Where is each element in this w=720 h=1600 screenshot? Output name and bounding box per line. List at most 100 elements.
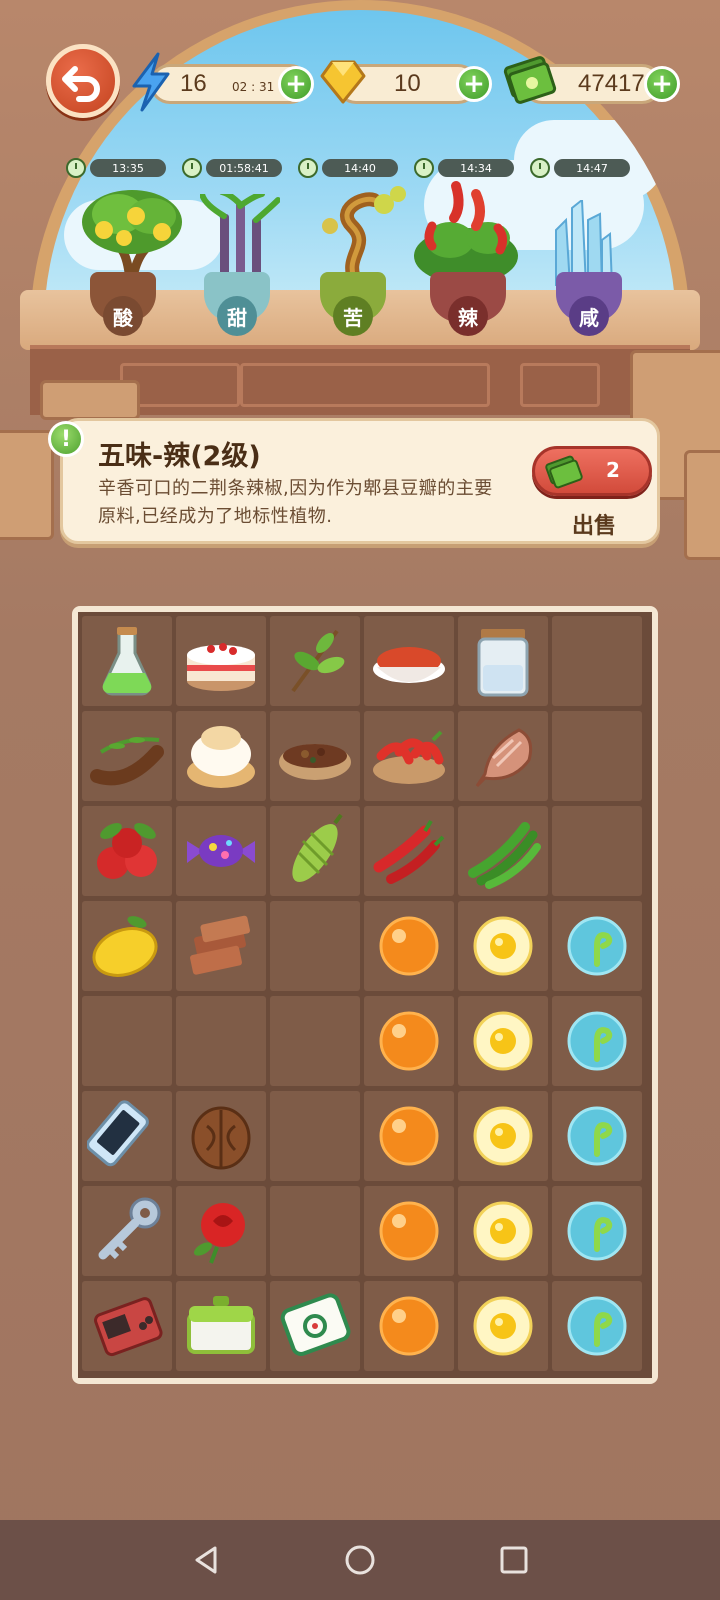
candy-icon[interactable] — [176, 806, 266, 896]
add-energy-button[interactable]: + — [278, 66, 314, 102]
potion-icon[interactable] — [82, 616, 172, 706]
board-cell[interactable] — [270, 1281, 360, 1371]
phone-icon[interactable] — [82, 1091, 172, 1181]
board-cell[interactable] — [270, 901, 360, 991]
lemon-icon[interactable] — [82, 901, 172, 991]
board-cell[interactable] — [552, 711, 642, 801]
yellow-orb-icon[interactable] — [458, 901, 548, 991]
nav-back-button[interactable] — [186, 1540, 226, 1580]
cake-icon[interactable] — [176, 616, 266, 706]
orange-orb-icon[interactable] — [364, 1281, 454, 1371]
board-cell[interactable] — [270, 1186, 360, 1276]
board-cell[interactable] — [176, 616, 266, 706]
board-cell[interactable] — [364, 711, 454, 801]
board-cell[interactable] — [270, 616, 360, 706]
board-cell[interactable] — [176, 1186, 266, 1276]
orange-orb-icon[interactable] — [364, 901, 454, 991]
add-cash-button[interactable]: + — [644, 66, 680, 102]
dried-fish-icon[interactable] — [458, 711, 548, 801]
brown-sugar-icon[interactable] — [176, 901, 266, 991]
board-cell[interactable] — [176, 1281, 266, 1371]
gameboy-icon[interactable] — [82, 1281, 172, 1371]
board-cell[interactable] — [458, 806, 548, 896]
board-cell[interactable] — [552, 806, 642, 896]
nav-home-button[interactable] — [340, 1540, 380, 1580]
cash-icon — [545, 455, 583, 489]
orange-orb-icon[interactable] — [364, 1091, 454, 1181]
walnut-icon[interactable] — [176, 1091, 266, 1181]
board-cell[interactable] — [82, 996, 172, 1086]
key-icon[interactable] — [82, 1186, 172, 1276]
lunchbox-icon[interactable] — [176, 1281, 266, 1371]
board-cell[interactable] — [176, 806, 266, 896]
board-cell[interactable] — [176, 1091, 266, 1181]
board-cell[interactable] — [176, 901, 266, 991]
board-cell[interactable] — [458, 1091, 548, 1181]
board-cell[interactable] — [82, 1186, 172, 1276]
board-cell[interactable] — [364, 806, 454, 896]
board-cell[interactable] — [270, 711, 360, 801]
board-cell[interactable] — [270, 806, 360, 896]
board-cell[interactable] — [364, 1091, 454, 1181]
board-cell[interactable] — [270, 1091, 360, 1181]
board-cell[interactable] — [552, 996, 642, 1086]
crate-left — [0, 430, 54, 540]
tea-leaves-icon[interactable] — [270, 616, 360, 706]
board-cell[interactable] — [364, 1281, 454, 1371]
back-button[interactable] — [46, 44, 120, 118]
sugarcane-icon[interactable] — [200, 194, 280, 284]
yellow-orb-icon[interactable] — [458, 996, 548, 1086]
hawthorn-icon[interactable] — [82, 806, 172, 896]
board-cell[interactable] — [552, 616, 642, 706]
rose-icon[interactable] — [176, 1186, 266, 1276]
blue-orb-icon[interactable] — [552, 901, 642, 991]
nav-recents-button[interactable] — [494, 1540, 534, 1580]
blue-orb-icon[interactable] — [552, 1281, 642, 1371]
board-cell[interactable] — [82, 1281, 172, 1371]
blue-orb-icon[interactable] — [552, 1186, 642, 1276]
board-cell[interactable] — [82, 616, 172, 706]
board-cell[interactable] — [176, 711, 266, 801]
board-cell[interactable] — [82, 711, 172, 801]
add-gems-button[interactable]: + — [456, 66, 492, 102]
board-cell[interactable] — [458, 711, 548, 801]
chili-bowl-icon[interactable] — [364, 711, 454, 801]
board-cell[interactable] — [364, 901, 454, 991]
bitter-tree-icon[interactable] — [312, 186, 412, 282]
lemon-tree-icon[interactable] — [78, 186, 188, 282]
board-cell[interactable] — [458, 901, 548, 991]
board-cell[interactable] — [82, 901, 172, 991]
tamarind-icon[interactable] — [82, 711, 172, 801]
chili-powder-icon[interactable] — [364, 616, 454, 706]
yellow-orb-icon[interactable] — [458, 1281, 548, 1371]
green-chili-icon[interactable] — [458, 806, 548, 896]
board-cell[interactable] — [458, 616, 548, 706]
blue-orb-icon[interactable] — [552, 1091, 642, 1181]
blue-orb-icon[interactable] — [552, 996, 642, 1086]
board-cell[interactable] — [458, 1186, 548, 1276]
board-cell[interactable] — [552, 901, 642, 991]
orange-orb-icon[interactable] — [364, 996, 454, 1086]
red-chili-icon[interactable] — [364, 806, 454, 896]
board-cell[interactable] — [552, 1281, 642, 1371]
salt-jar-icon[interactable] — [458, 616, 548, 706]
board-cell[interactable] — [552, 1091, 642, 1181]
yellow-orb-icon[interactable] — [458, 1091, 548, 1181]
bitter-melon-icon[interactable] — [270, 806, 360, 896]
board-cell[interactable] — [270, 996, 360, 1086]
board-cell[interactable] — [364, 996, 454, 1086]
orange-orb-icon[interactable] — [364, 1186, 454, 1276]
board-cell[interactable] — [458, 996, 548, 1086]
board-cell[interactable] — [364, 1186, 454, 1276]
board-cell[interactable] — [176, 996, 266, 1086]
yellow-orb-icon[interactable] — [458, 1186, 548, 1276]
board-cell[interactable] — [552, 1186, 642, 1276]
cream-puff-icon[interactable] — [176, 711, 266, 801]
recents-square-icon — [500, 1546, 528, 1574]
mahjong-tile-icon[interactable] — [270, 1281, 360, 1371]
board-cell[interactable] — [82, 1091, 172, 1181]
spice-bowl-icon[interactable] — [270, 711, 360, 801]
board-cell[interactable] — [458, 1281, 548, 1371]
board-cell[interactable] — [82, 806, 172, 896]
board-cell[interactable] — [364, 616, 454, 706]
